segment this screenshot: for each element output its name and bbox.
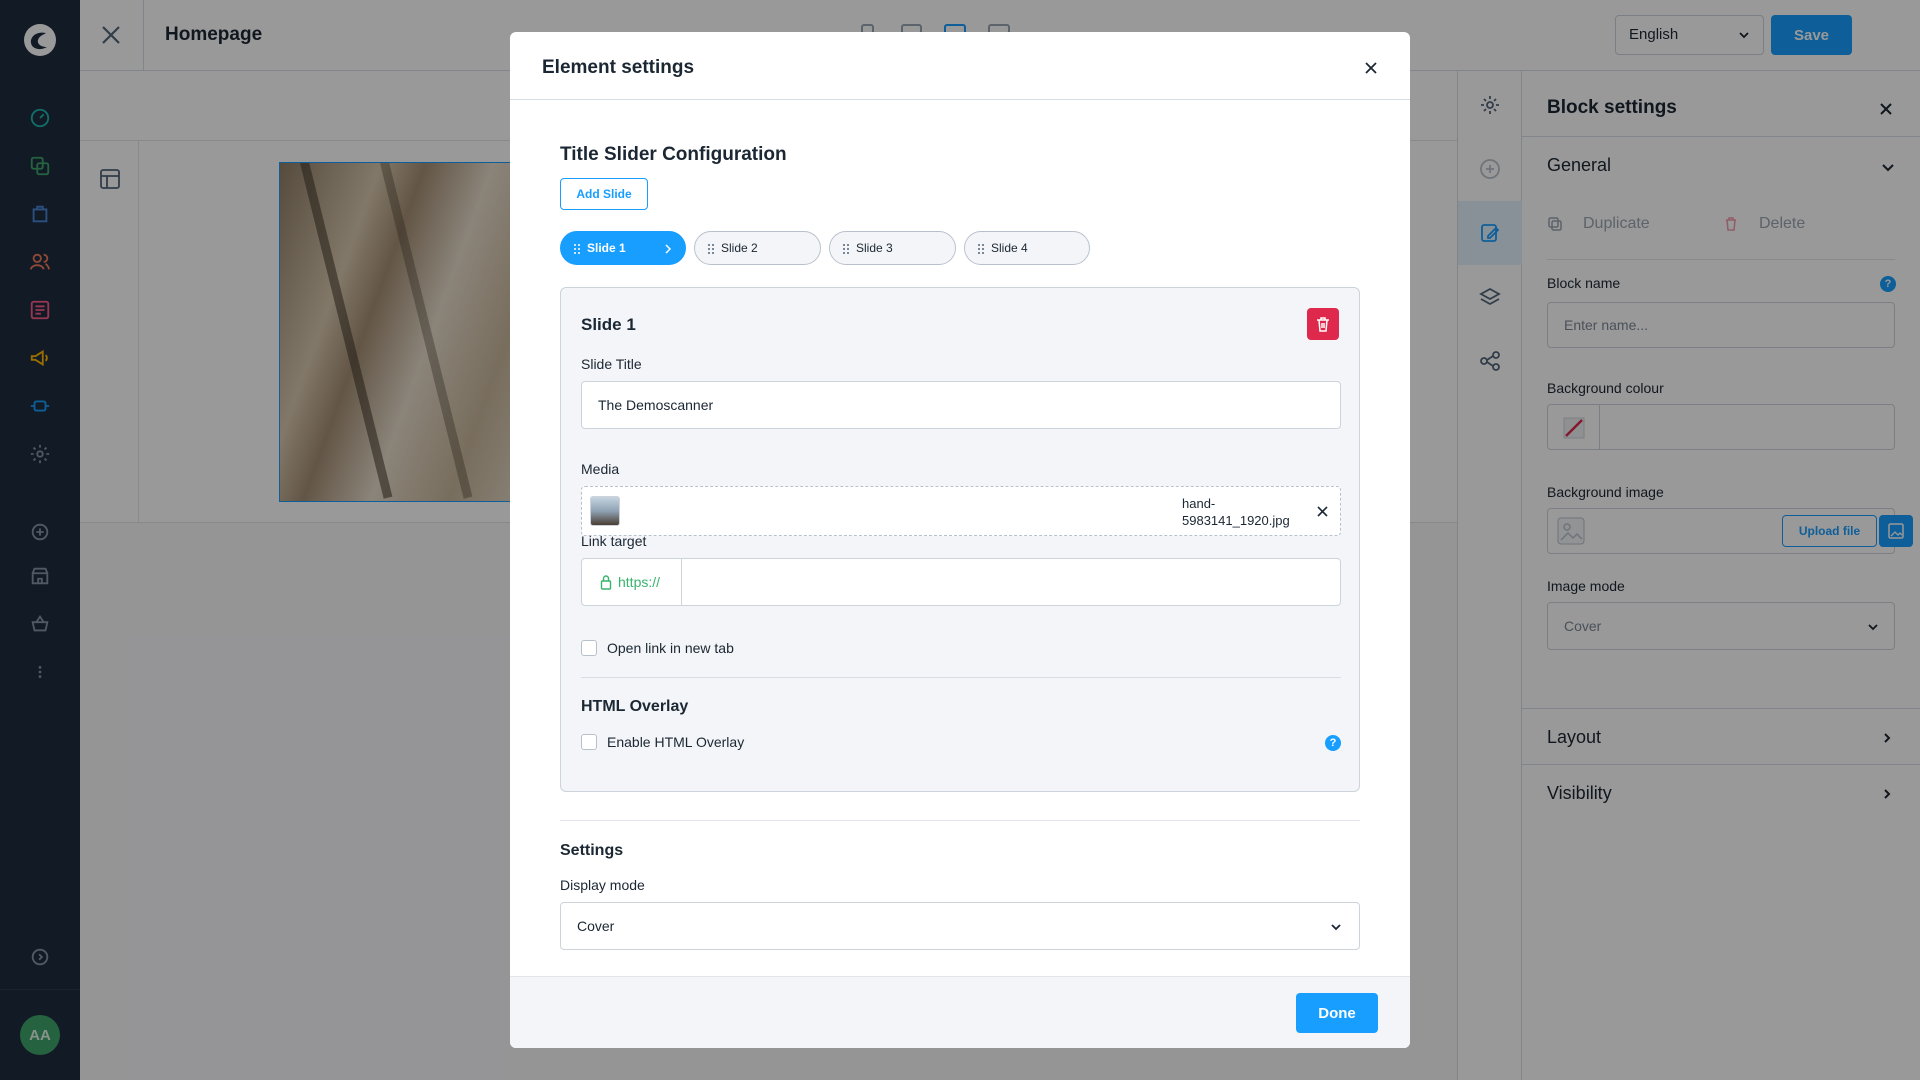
tab-label: Slide 3 xyxy=(856,241,893,255)
slide-title-input[interactable]: The Demoscanner xyxy=(581,381,1341,429)
open-new-tab-checkbox[interactable] xyxy=(581,640,597,656)
tab-slide-4[interactable]: Slide 4 xyxy=(964,231,1090,265)
drag-handle-icon xyxy=(708,244,714,254)
done-button[interactable]: Done xyxy=(1296,993,1378,1033)
slide-card-title: Slide 1 xyxy=(581,315,636,334)
open-new-tab-label: Open link in new tab xyxy=(607,640,734,656)
media-upload-field[interactable]: hand-5983141_1920.jpg xyxy=(581,486,1341,536)
link-target-label: Link target xyxy=(581,533,647,549)
tab-label: Slide 1 xyxy=(587,241,626,255)
slide-card: Slide 1 Slide Title The Demoscanner Medi… xyxy=(560,287,1360,792)
html-overlay-heading: HTML Overlay xyxy=(581,698,689,715)
close-icon[interactable] xyxy=(1364,61,1378,75)
chevron-down-icon xyxy=(1331,924,1341,931)
slide-title-label: Slide Title xyxy=(581,356,642,372)
media-thumbnail xyxy=(590,496,620,526)
enable-overlay-checkbox[interactable] xyxy=(581,734,597,750)
media-filename: hand-5983141_1920.jpg xyxy=(1182,496,1290,528)
divider xyxy=(581,677,1341,678)
configuration-title: Title Slider Configuration xyxy=(560,144,787,165)
enable-overlay-label: Enable HTML Overlay xyxy=(607,734,745,750)
chevron-right-icon xyxy=(665,244,672,254)
drag-handle-icon xyxy=(843,244,849,254)
add-slide-button[interactable]: Add Slide xyxy=(560,178,648,210)
trash-icon xyxy=(1317,317,1329,332)
tab-label: Slide 4 xyxy=(991,241,1028,255)
drag-handle-icon xyxy=(574,244,580,254)
tab-label: Slide 2 xyxy=(721,241,758,255)
modal-title: Element settings xyxy=(542,57,695,78)
divider xyxy=(560,820,1360,821)
link-target-input[interactable]: https:// xyxy=(581,558,1341,606)
lock-icon xyxy=(600,575,612,590)
display-mode-select[interactable]: Cover xyxy=(560,902,1360,950)
modal-header: Element settings xyxy=(510,32,1410,100)
display-mode-value: Cover xyxy=(577,918,615,934)
tab-slide-2[interactable]: Slide 2 xyxy=(694,231,821,265)
slide-title-value: The Demoscanner xyxy=(598,397,714,413)
element-settings-modal: Element settings Title Slider Configurat… xyxy=(510,32,1410,1048)
tab-slide-1[interactable]: Slide 1 xyxy=(560,231,686,265)
link-prefix-text: https:// xyxy=(618,574,661,590)
link-prefix: https:// xyxy=(582,559,682,605)
settings-heading: Settings xyxy=(560,842,624,859)
remove-media-icon[interactable] xyxy=(1317,506,1328,517)
media-label: Media xyxy=(581,461,620,477)
drag-handle-icon xyxy=(978,244,984,254)
display-mode-label: Display mode xyxy=(560,877,645,893)
tab-slide-3[interactable]: Slide 3 xyxy=(829,231,956,265)
delete-slide-button[interactable] xyxy=(1307,308,1339,340)
modal-footer: Done xyxy=(510,976,1410,1048)
help-icon[interactable]: ? xyxy=(1325,735,1341,751)
